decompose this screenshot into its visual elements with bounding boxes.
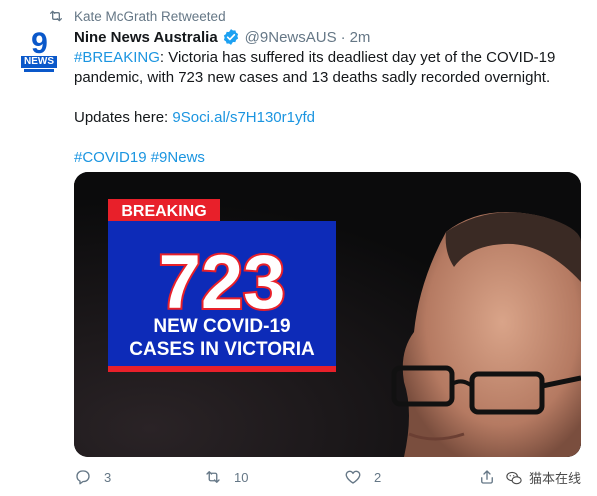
tweet-paragraph-3: #COVID19 #9News	[74, 148, 584, 168]
headline-line-1: NEW COVID-19	[153, 316, 290, 337]
like-button[interactable]: 2	[344, 466, 381, 488]
retweet-count: 10	[234, 469, 249, 485]
retweet-icon	[50, 10, 62, 22]
author-handle[interactable]: @9NewsAUS	[245, 29, 337, 46]
tweet-media-image[interactable]: BREAKING 723 NEW COVID-19 CASES IN VICTO…	[74, 172, 581, 457]
retweet-button[interactable]: 10	[204, 466, 248, 488]
tweet-header: Nine News Australia @9NewsAUS · 2m	[74, 26, 370, 48]
headline-underline	[108, 366, 336, 372]
updates-label: Updates here:	[74, 109, 173, 126]
verified-badge-icon	[223, 29, 238, 45]
reply-icon	[76, 470, 90, 485]
hashtag-breaking[interactable]: #BREAKING	[74, 49, 160, 66]
tweet-paragraph-1: #BREAKING: Victoria has suffered its dea…	[74, 48, 584, 88]
hashtag-9news[interactable]: #9News	[151, 149, 205, 166]
share-icon	[481, 470, 493, 484]
like-count: 2	[374, 469, 382, 485]
watermark-text: 猫本在线	[528, 471, 581, 486]
retweet-context[interactable]: Kate McGrath Retweeted	[48, 6, 226, 26]
heart-icon	[345, 470, 361, 484]
avatar-logo-nine: 9	[31, 27, 48, 60]
hashtag-covid19[interactable]: #COVID19	[74, 149, 147, 166]
reply-count: 3	[104, 469, 112, 485]
wechat-icon	[506, 471, 522, 484]
headline-line-2: CASES IN VICTORIA	[129, 339, 315, 360]
tweet-link[interactable]: 9Soci.al/s7H130r1yfd	[172, 109, 315, 126]
tweet-timestamp[interactable]: 2m	[350, 29, 371, 46]
avatar-logo-underline	[24, 69, 54, 72]
tweet-body: #BREAKING: Victoria has suffered its dea…	[74, 48, 584, 168]
separator-dot: ·	[340, 28, 346, 46]
avatar-logo-news: NEWS	[21, 56, 57, 68]
tweet-paragraph-2: Updates here: 9Soci.al/s7H130r1yfd	[74, 108, 584, 128]
retweet-icon	[206, 471, 220, 483]
author-name[interactable]: Nine News Australia	[74, 29, 218, 46]
share-button[interactable]	[478, 466, 508, 488]
retweet-text: Kate McGrath Retweeted	[74, 8, 226, 24]
watermark: 猫本在线	[505, 468, 581, 487]
breaking-banner-text: BREAKING	[121, 203, 206, 220]
reply-button[interactable]: 3	[74, 466, 111, 488]
case-count: 723	[159, 240, 286, 325]
avatar[interactable]: 9 NEWS	[19, 27, 59, 72]
